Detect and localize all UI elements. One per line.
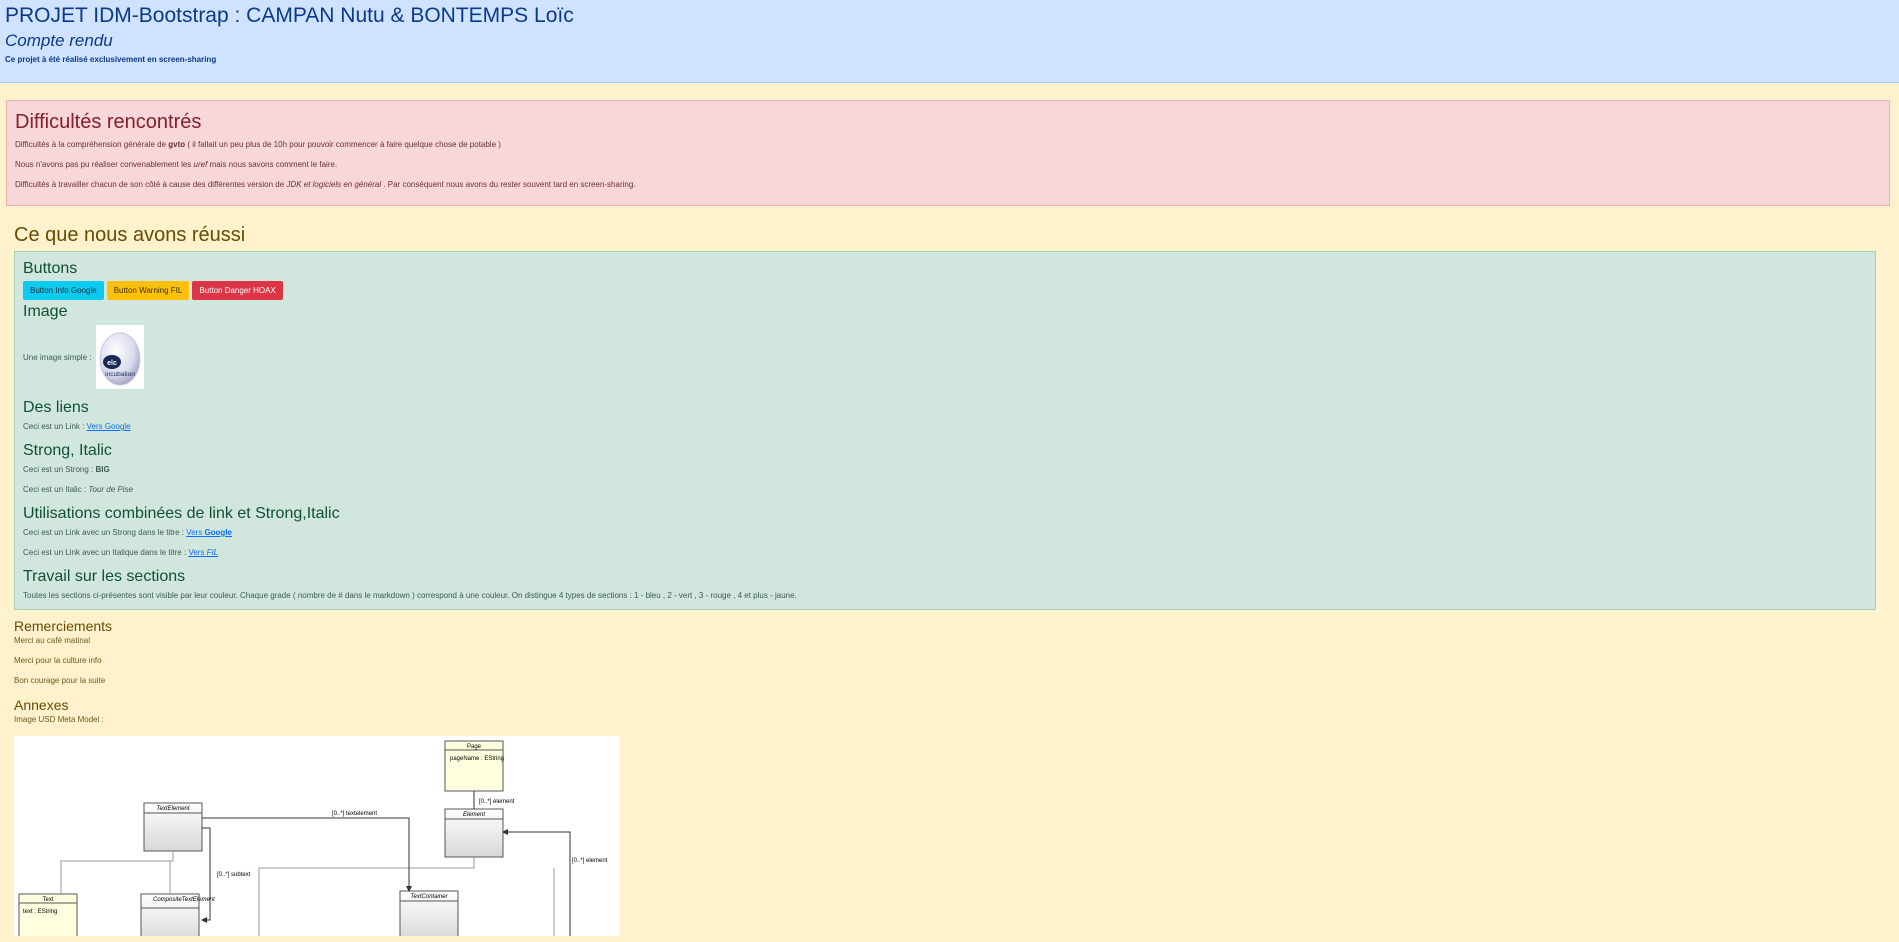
egg-image: elc incubation [96, 325, 145, 389]
difficulty-line-2: Nous n'avons pas pu réaliser convenablem… [15, 160, 338, 169]
sections-text: Toutes les sections ci-présentes sont vi… [23, 591, 797, 600]
egg-icon: elc incubation [99, 332, 141, 386]
uml-line [202, 817, 412, 892]
sections-title: Travail sur les sections [23, 568, 186, 585]
link-vers-google-strong[interactable]: Vers Google [186, 528, 232, 537]
difficulty-line-1: Difficultés à la compréhension générale … [15, 140, 501, 149]
link-vers-fil-italic[interactable]: Vers FIL [188, 548, 218, 557]
strong-italic-title: Strong, Italic [23, 442, 112, 459]
uml-class-text: Text text : EString [18, 893, 78, 936]
svg-text:text : EString: text : EString [23, 909, 57, 915]
annexes-title: Annexes [14, 697, 69, 713]
page-subtitle: Compte rendu [5, 31, 113, 50]
svg-text:Element: Element [463, 812, 485, 818]
link-vers-google[interactable]: Vers Google [87, 422, 131, 431]
uml-class-container: TextContainer [399, 890, 459, 936]
difficulties-section: Difficultés rencontrés Difficultés à la … [6, 100, 1890, 206]
svg-text:pageName : EString: pageName : EString [450, 756, 504, 762]
svg-text:[0..*] textelement: [0..*] textelement [332, 811, 377, 817]
svg-text:[0..*] element: [0..*] element [572, 858, 608, 864]
uml-line [201, 827, 211, 923]
svg-text:elc: elc [108, 360, 118, 367]
uml-class-element: Element [444, 808, 504, 858]
button-row: Button Info Google Button Warning FIL Bu… [23, 281, 1867, 300]
annexes-label: Image USD Meta Model : [14, 715, 104, 724]
thanks-item: Merci pour la culture info [14, 656, 102, 665]
header-section: PROJET IDM-Bootstrap : CAMPAN Nutu & BON… [0, 0, 1899, 83]
thanks-title: Remerciements [14, 618, 113, 634]
combined-line-1: Ceci est un Link avec un Strong dans le … [23, 528, 232, 537]
annexes-section: Annexes Image USD Meta Model : Page page… [14, 696, 1890, 936]
buttons-title: Buttons [23, 260, 78, 277]
button-danger-hoax[interactable]: Button Danger HOAX [192, 281, 283, 300]
svg-text:Page: Page [467, 744, 482, 750]
svg-text:[0..*] subtext: [0..*] subtext [217, 872, 251, 878]
svg-text:Text: Text [42, 897, 53, 903]
thanks-item: Bon courage pour la suite [14, 676, 106, 685]
uml-class-page: Page pageName : EString [444, 740, 504, 792]
page-title: PROJET IDM-Bootstrap : CAMPAN Nutu & BON… [5, 4, 574, 27]
thanks-section: Remerciements Merci au café matinal Merc… [14, 617, 1890, 686]
header-note: Ce projet à été réalisé exclusivement en… [5, 55, 217, 64]
thanks-item: Merci au café matinal [14, 636, 91, 645]
svg-text:CompositeTextElement: CompositeTextElement [153, 897, 215, 903]
strong-line: Ceci est un Strong : BIG [23, 465, 110, 474]
svg-text:TextElement: TextElement [156, 806, 189, 812]
meta-model-diagram: Page pageName : EString Element [0..*] e… [14, 736, 619, 936]
svg-text:incubation: incubation [106, 371, 136, 378]
button-warning-fil[interactable]: Button Warning FIL [106, 281, 190, 300]
button-info-google[interactable]: Button Info Google [23, 281, 104, 300]
difficulty-line-3: Difficultés à travailler chacun de son c… [15, 180, 636, 189]
combined-title: Utilisations combinées de link et Strong… [23, 505, 340, 522]
uml-line [60, 851, 174, 894]
difficulties-title: Difficultés rencontrés [15, 111, 202, 133]
svg-text:TextContainer: TextContainer [410, 894, 448, 900]
uml-line [502, 829, 571, 936]
uml-diagram: Page pageName : EString Element [0..*] e… [18, 740, 608, 936]
combined-line-2: Ceci est un Link avec un Italique dans l… [23, 548, 219, 557]
image-title: Image [23, 303, 68, 320]
uml-class-composite: CompositeTextElement [140, 893, 215, 936]
svg-text:[0..*] element: [0..*] element [479, 799, 515, 805]
image-line: Une image simple : elc incubation [23, 325, 1867, 389]
main-section: Ce que nous avons réussi Buttons Button … [14, 224, 1890, 936]
italic-line: Ceci est un Italic : Tour de Pise [23, 485, 133, 494]
uml-class-text-element: TextElement [143, 802, 203, 852]
links-line: Ceci est un Link : Vers Google [23, 422, 131, 431]
links-title: Des liens [23, 399, 89, 416]
image-label: Une image simple : [23, 352, 92, 362]
success-title: Ce que nous avons réussi [14, 224, 246, 246]
success-block: Buttons Button Info Google Button Warnin… [14, 251, 1876, 610]
